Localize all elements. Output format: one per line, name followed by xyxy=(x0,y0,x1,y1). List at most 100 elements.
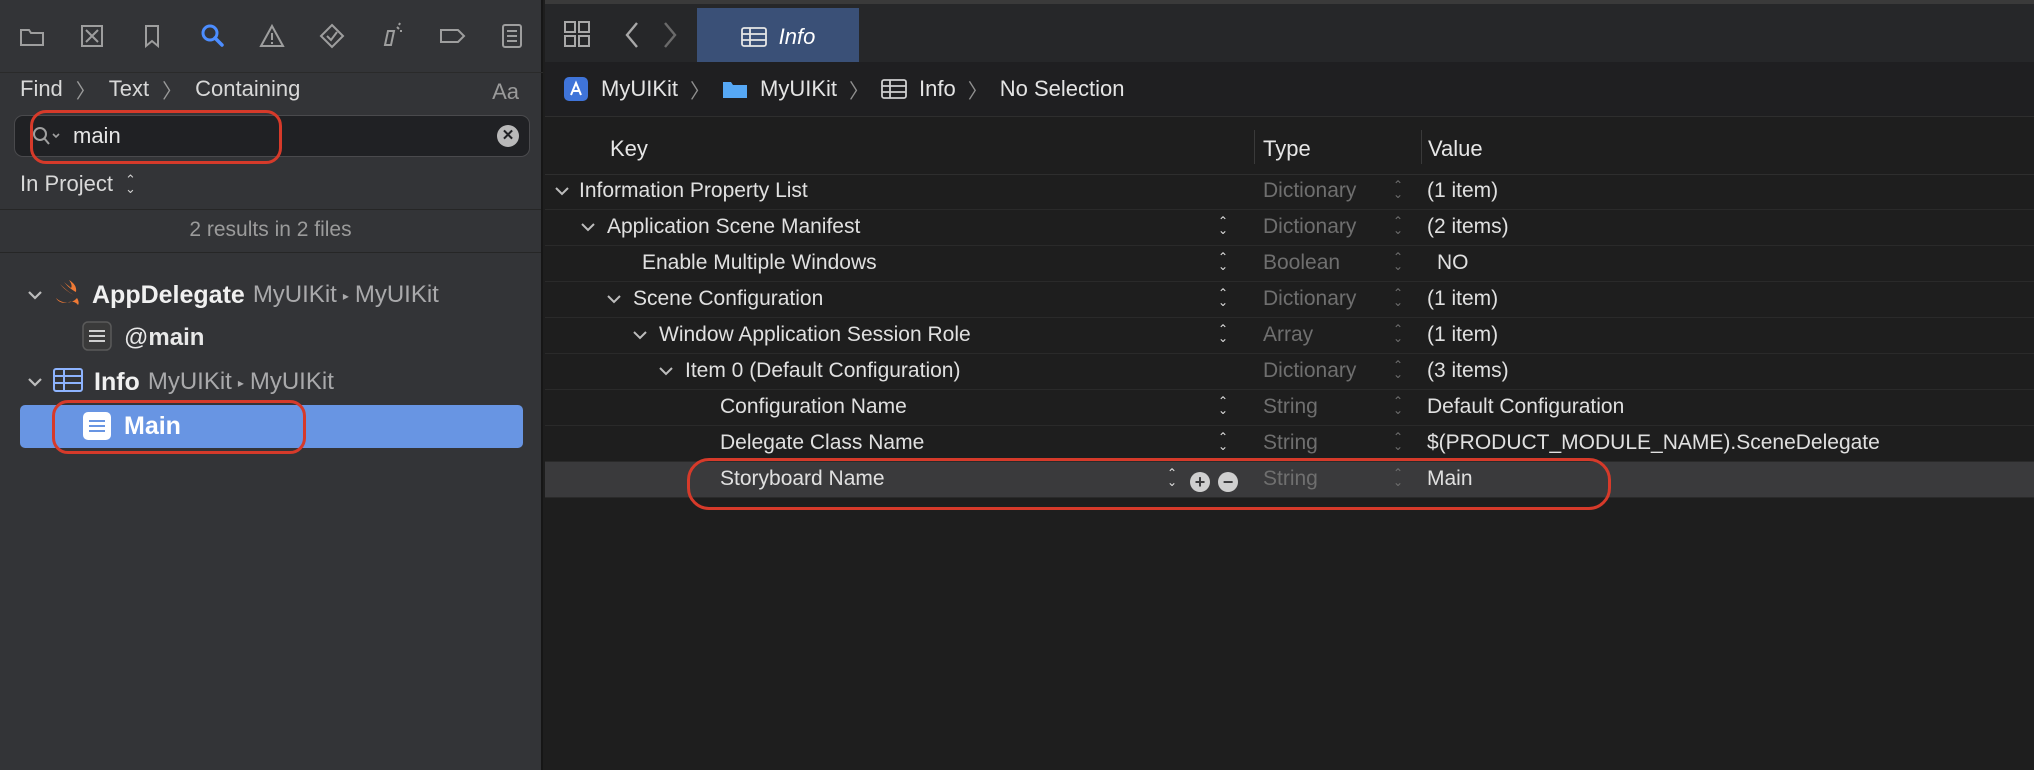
row-type[interactable]: Boolean xyxy=(1263,251,1340,275)
column-divider[interactable] xyxy=(1421,130,1422,164)
result-file-row[interactable]: AppDelegate MyUIKit ▸ MyUIKit xyxy=(26,277,439,313)
find-type-menu[interactable]: Text xyxy=(109,76,149,102)
row-value[interactable]: Main xyxy=(1427,467,1473,491)
folder-icon[interactable] xyxy=(14,18,50,54)
row-value[interactable]: $(PRODUCT_MODULE_NAME).SceneDelegate xyxy=(1427,431,1880,455)
row-value: (1 item) xyxy=(1427,323,1499,346)
row-value: (3 items) xyxy=(1427,359,1509,382)
find-mode-menu[interactable]: Find xyxy=(20,76,63,102)
case-sensitive-toggle[interactable]: Aa xyxy=(492,79,519,105)
type-stepper-icon[interactable]: ⌃ ⌄ xyxy=(1393,323,1403,344)
swift-icon xyxy=(52,278,82,313)
report-icon[interactable] xyxy=(494,18,530,54)
jumpbar-project[interactable]: MyUIKit xyxy=(601,76,678,102)
disclosure-open-icon[interactable] xyxy=(26,373,44,391)
result-file-path: MyUIKit ▸ MyUIKit xyxy=(147,368,334,395)
type-stepper-icon[interactable]: ⌃ ⌄ xyxy=(1393,179,1403,200)
row-type[interactable]: String xyxy=(1263,467,1318,491)
key-column-header[interactable]: Key xyxy=(610,136,648,162)
plist-row[interactable]: Scene Configuration ⌃ ⌄ Dictionary ⌃ ⌄ (1 … xyxy=(545,282,2034,318)
search-icon[interactable] xyxy=(194,18,230,54)
type-stepper-icon[interactable]: ⌃ ⌄ xyxy=(1393,215,1403,236)
search-field[interactable]: ✕ xyxy=(14,115,530,157)
key-stepper-icon[interactable]: ⌃ ⌄ xyxy=(1167,467,1177,488)
key-stepper-icon[interactable]: ⌃ ⌄ xyxy=(1218,287,1228,308)
row-key: Delegate Class Name xyxy=(720,431,925,454)
test-icon[interactable] xyxy=(314,18,350,54)
source-control-icon[interactable] xyxy=(74,18,110,54)
result-match-row-selected[interactable]: Main xyxy=(20,405,523,448)
row-type[interactable]: Dictionary xyxy=(1263,215,1356,239)
clear-search-icon[interactable]: ✕ xyxy=(497,125,519,147)
chevron-right-icon: 〉 xyxy=(690,80,710,103)
plist-row[interactable]: Configuration Name ⌃ ⌄ String ⌃ ⌄ Default … xyxy=(545,390,2034,426)
jump-bar: MyUIKit 〉 MyUIKit 〉 Info 〉 No Selection xyxy=(545,62,2034,117)
row-type[interactable]: String xyxy=(1263,395,1318,419)
jumpbar-selection[interactable]: No Selection xyxy=(1000,76,1125,102)
row-key: Storyboard Name xyxy=(720,467,885,490)
plist-row[interactable]: Item 0 (Default Configuration) Dictionar… xyxy=(545,354,2034,390)
row-value[interactable]: Default Configuration xyxy=(1427,395,1624,419)
type-stepper-icon[interactable]: ⌃ ⌄ xyxy=(1393,431,1403,452)
divider xyxy=(0,209,541,210)
key-stepper-icon[interactable]: ⌃ ⌄ xyxy=(1218,215,1228,236)
key-stepper-icon[interactable]: ⌃ ⌄ xyxy=(1218,431,1228,452)
result-file-path: MyUIKit ▸ MyUIKit xyxy=(252,281,439,308)
search-scope-select[interactable]: In Project ⌃ ⌄ xyxy=(20,171,136,197)
remove-row-icon[interactable]: − xyxy=(1218,470,1238,494)
plist-row[interactable]: Delegate Class Name ⌃ ⌄ String ⌃ ⌄ $(PRODU… xyxy=(545,426,2034,462)
row-type[interactable]: Array xyxy=(1263,323,1313,347)
result-match-row[interactable]: @main xyxy=(82,320,204,356)
search-scope-label: In Project xyxy=(20,171,113,196)
find-match-menu[interactable]: Containing xyxy=(195,76,300,102)
row-key: Configuration Name xyxy=(720,395,907,418)
plist-row[interactable]: Information Property List Dictionary ⌃ ⌄ … xyxy=(545,174,2034,210)
breakpoint-icon[interactable] xyxy=(434,18,470,54)
row-key: Information Property List xyxy=(553,179,808,203)
search-input[interactable] xyxy=(73,122,493,150)
back-icon[interactable] xyxy=(621,20,643,55)
row-type[interactable]: String xyxy=(1263,431,1318,455)
type-stepper-icon[interactable]: ⌃ ⌄ xyxy=(1393,287,1403,308)
row-key: Application Scene Manifest xyxy=(579,215,860,239)
key-stepper-icon[interactable]: ⌃ ⌄ xyxy=(1218,251,1228,272)
jumpbar-file[interactable]: Info xyxy=(919,76,956,102)
disclosure-open-icon[interactable] xyxy=(26,286,44,304)
value-column-header[interactable]: Value xyxy=(1428,136,1483,162)
column-headers: Key Type Value xyxy=(545,116,2034,175)
column-divider[interactable] xyxy=(1254,130,1255,164)
grid-icon[interactable] xyxy=(563,20,591,53)
jumpbar-group[interactable]: MyUIKit xyxy=(760,76,837,102)
chevron-right-icon: 〉 xyxy=(849,80,869,103)
disclosure-open-icon xyxy=(659,367,673,376)
plist-row-selected[interactable]: Storyboard Name ⌃ ⌄ + − String ⌃ ⌄ Main xyxy=(545,462,2034,498)
type-stepper-icon[interactable]: ⌃ ⌄ xyxy=(1393,467,1403,488)
tab-info[interactable]: Info xyxy=(697,8,859,66)
plist-row[interactable]: Enable Multiple Windows ⌃ ⌄ Boolean ⌃ ⌄ NO xyxy=(545,246,2034,282)
bookmark-icon[interactable] xyxy=(134,18,170,54)
type-stepper-icon[interactable]: ⌃ ⌄ xyxy=(1393,395,1403,416)
search-options-icon[interactable] xyxy=(31,125,65,147)
row-type[interactable]: Dictionary xyxy=(1263,287,1356,311)
result-file-row[interactable]: Info MyUIKit ▸ MyUIKit xyxy=(26,364,334,400)
row-key: Scene Configuration xyxy=(605,287,823,311)
type-stepper-icon[interactable]: ⌃ ⌄ xyxy=(1393,359,1403,380)
row-type[interactable]: Dictionary xyxy=(1263,179,1356,203)
row-type[interactable]: Dictionary xyxy=(1263,359,1356,383)
plist-row[interactable]: Window Application Session Role ⌃ ⌄ Array… xyxy=(545,318,2034,354)
row-value[interactable]: NO xyxy=(1437,251,1469,275)
up-down-chevron-icon: ⌃ ⌄ xyxy=(124,172,136,196)
forward-icon[interactable] xyxy=(659,20,681,55)
tab-bar: Info xyxy=(545,0,2034,66)
navigator-toolbar xyxy=(0,0,543,73)
row-value: (2 items) xyxy=(1427,215,1509,238)
type-column-header[interactable]: Type xyxy=(1263,136,1311,162)
warning-icon[interactable] xyxy=(254,18,290,54)
add-row-icon[interactable]: + xyxy=(1190,470,1210,494)
chevron-right-icon: 〉 xyxy=(162,80,183,103)
debug-icon[interactable] xyxy=(374,18,410,54)
key-stepper-icon[interactable]: ⌃ ⌄ xyxy=(1218,323,1228,344)
key-stepper-icon[interactable]: ⌃ ⌄ xyxy=(1218,395,1228,416)
type-stepper-icon[interactable]: ⌃ ⌄ xyxy=(1393,251,1403,272)
plist-row[interactable]: Application Scene Manifest ⌃ ⌄ Dictionary… xyxy=(545,210,2034,246)
